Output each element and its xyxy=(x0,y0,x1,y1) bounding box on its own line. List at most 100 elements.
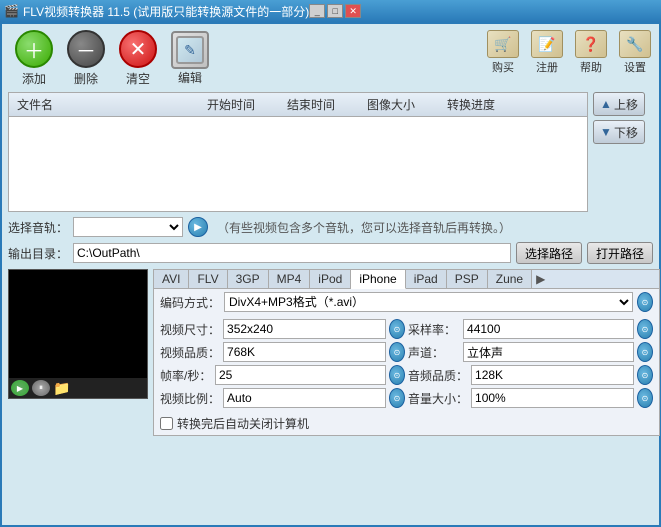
video-quality-label: 视频品质： xyxy=(160,344,220,361)
preview-video xyxy=(9,270,147,378)
help-button[interactable]: ❓ 帮助 xyxy=(573,30,609,75)
down-arrow-icon: ▼ xyxy=(600,125,612,139)
volume-input[interactable] xyxy=(471,388,634,408)
video-quality-spinner[interactable]: ⊙ xyxy=(389,342,405,362)
bottom-area: ▶ ⏸ 📁 AVIFLV3GPMP4iPodiPhoneiPadPSPZune▶… xyxy=(8,269,653,436)
move-buttons: ▲ 上移 ▼ 下移 xyxy=(593,92,653,212)
format-tab-ipod[interactable]: iPod xyxy=(310,270,351,288)
aspect-ratio-label: 视频比例： xyxy=(160,390,220,407)
video-size-spinner[interactable]: ⊙ xyxy=(389,319,405,339)
clear-label: 清空 xyxy=(126,70,150,87)
play-button[interactable]: ▶ xyxy=(11,380,29,396)
audio-track-info: （有些视频包含多个音轨，您可以选择音轨后再转换。） xyxy=(217,219,511,236)
format-tab-flv[interactable]: FLV xyxy=(189,270,227,288)
encoding-select[interactable]: DivX4+MP3格式（*.avi） xyxy=(224,292,633,312)
aspect-ratio-row: 视频比例： ⊙ xyxy=(160,388,405,408)
move-down-button[interactable]: ▼ 下移 xyxy=(593,120,645,144)
title-bar-icon: 🎬 xyxy=(4,4,19,18)
aspect-ratio-input[interactable] xyxy=(223,388,386,408)
frame-rate-row: 帧率/秒： ⊙ xyxy=(160,365,405,385)
shutdown-checkbox[interactable] xyxy=(160,417,173,430)
pause-button[interactable]: ⏸ xyxy=(32,380,50,396)
buy-label: 购买 xyxy=(492,59,514,75)
format-tab-ipad[interactable]: iPad xyxy=(406,270,447,288)
delete-button[interactable]: － 删除 xyxy=(60,30,112,87)
preview-controls: ▶ ⏸ 📁 xyxy=(9,378,147,398)
format-tab-avi[interactable]: AVI xyxy=(154,270,189,288)
open-file-button[interactable]: 📁 xyxy=(53,380,71,396)
edit-button[interactable]: ✎ 编辑 xyxy=(164,31,216,86)
audio-track-select[interactable] xyxy=(73,217,183,237)
encoding-row: 编码方式： DivX4+MP3格式（*.avi） ⊙ xyxy=(154,289,659,315)
file-list: 文件名 开始时间 结束时间 图像大小 转换进度 xyxy=(8,92,588,212)
audio-channel-input[interactable] xyxy=(463,342,634,362)
frame-rate-spinner[interactable]: ⊙ xyxy=(389,365,405,385)
move-down-label: 下移 xyxy=(614,124,638,141)
col-filename-header: 文件名 xyxy=(13,95,203,114)
delete-label: 删除 xyxy=(74,70,98,87)
browse-button[interactable]: 选择路径 xyxy=(516,242,582,264)
audio-channel-spinner[interactable]: ⊙ xyxy=(637,342,653,362)
title-bar-buttons: _ □ ✕ xyxy=(309,4,361,18)
folder-icon: 📁 xyxy=(53,380,70,397)
encoding-spinner[interactable]: ⊙ xyxy=(637,292,653,312)
delete-icon: － xyxy=(67,30,105,68)
buy-icon: 🛒 xyxy=(487,30,519,58)
add-label: 添加 xyxy=(22,70,46,87)
help-label: 帮助 xyxy=(580,59,602,75)
aspect-ratio-spinner[interactable]: ⊙ xyxy=(389,388,405,408)
format-tab-zune[interactable]: Zune xyxy=(488,270,532,288)
output-dir-input[interactable] xyxy=(73,243,511,263)
audio-track-label: 选择音轨： xyxy=(8,219,68,236)
register-icon: 📝 xyxy=(531,30,563,58)
shutdown-row: 转换完后自动关闭计算机 xyxy=(154,412,659,435)
format-settings: AVIFLV3GPMP4iPodiPhoneiPadPSPZune▶ 编码方式：… xyxy=(153,269,660,436)
volume-label: 音量大小： xyxy=(408,390,468,407)
register-button[interactable]: 📝 注册 xyxy=(529,30,565,75)
output-dir-label: 输出目录： xyxy=(8,245,68,262)
video-size-label: 视频尺寸： xyxy=(160,321,220,338)
format-tab-more[interactable]: ▶ xyxy=(532,270,549,288)
audio-quality-input[interactable] xyxy=(471,365,634,385)
file-list-section: 文件名 开始时间 结束时间 图像大小 转换进度 ▲ 上移 ▼ 下移 xyxy=(8,92,653,212)
audio-channel-row: 声道： ⊙ xyxy=(408,342,653,362)
audio-quality-spinner[interactable]: ⊙ xyxy=(637,365,653,385)
clear-button[interactable]: ✕ 清空 xyxy=(112,30,164,87)
video-size-input[interactable] xyxy=(223,319,386,339)
maximize-button[interactable]: □ xyxy=(327,4,343,18)
col-progress-header: 转换进度 xyxy=(443,95,543,114)
clear-icon: ✕ xyxy=(119,30,157,68)
open-path-button[interactable]: 打开路径 xyxy=(587,242,653,264)
format-tab-mp4[interactable]: MP4 xyxy=(269,270,311,288)
minimize-button[interactable]: _ xyxy=(309,4,325,18)
frame-rate-label: 帧率/秒： xyxy=(160,367,212,384)
preview-box: ▶ ⏸ 📁 xyxy=(8,269,148,399)
volume-spinner[interactable]: ⊙ xyxy=(637,388,653,408)
encoding-label: 编码方式： xyxy=(160,294,220,311)
settings-icon: 🔧 xyxy=(619,30,651,58)
buy-button[interactable]: 🛒 购买 xyxy=(485,30,521,75)
video-quality-input[interactable] xyxy=(223,342,386,362)
audio-track-confirm-button[interactable]: ▶ xyxy=(188,217,208,237)
sample-rate-input[interactable] xyxy=(463,319,634,339)
video-size-row: 视频尺寸： ⊙ xyxy=(160,319,405,339)
shutdown-label: 转换完后自动关闭计算机 xyxy=(177,415,309,432)
format-tab-psp[interactable]: PSP xyxy=(447,270,488,288)
main-toolbar: ＋ 添加 － 删除 ✕ 清空 ✎ 编辑 xyxy=(8,30,485,87)
header-area: ＋ 添加 － 删除 ✕ 清空 ✎ 编辑 🛒 xyxy=(8,30,653,87)
sample-rate-spinner[interactable]: ⊙ xyxy=(637,319,653,339)
register-label: 注册 xyxy=(536,59,558,75)
settings-button[interactable]: 🔧 设置 xyxy=(617,30,653,75)
add-button[interactable]: ＋ 添加 xyxy=(8,30,60,87)
video-quality-row: 视频品质： ⊙ xyxy=(160,342,405,362)
format-tab-3gp[interactable]: 3GP xyxy=(228,270,269,288)
title-bar: 🎬 FLV视频转换器 11.5 (试用版只能转换源文件的一部分) _ □ ✕ xyxy=(0,0,661,22)
frame-rate-input[interactable] xyxy=(215,365,386,385)
sample-rate-row: 采样率： ⊙ xyxy=(408,319,653,339)
col-size-header: 图像大小 xyxy=(363,95,443,114)
format-tab-iphone[interactable]: iPhone xyxy=(351,270,405,289)
move-up-button[interactable]: ▲ 上移 xyxy=(593,92,645,116)
close-button[interactable]: ✕ xyxy=(345,4,361,18)
file-list-header: 文件名 开始时间 结束时间 图像大小 转换进度 xyxy=(9,93,587,117)
title-bar-text: FLV视频转换器 11.5 (试用版只能转换源文件的一部分) xyxy=(23,3,309,20)
